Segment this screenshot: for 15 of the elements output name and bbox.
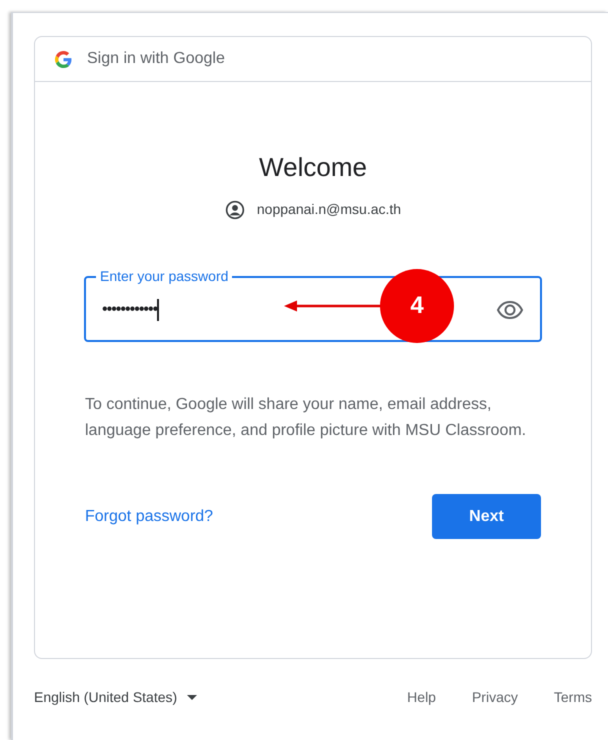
dropdown-caret-icon [187,695,198,700]
account-icon [224,200,245,220]
welcome-heading: Welcome [259,151,367,184]
language-selector[interactable]: English (United States) [34,687,198,708]
footer-link[interactable]: Terms [554,687,592,708]
footer-link[interactable]: Help [407,687,436,708]
footer-link[interactable]: Privacy [472,687,518,708]
account-email[interactable]: noppanai.n@msu.ac.th [256,199,402,220]
google-logo-icon [55,50,72,68]
eye-icon[interactable] [496,300,524,320]
header-title: Sign in with Google [87,49,225,69]
next-button[interactable]: Next [432,494,541,539]
step-number-marker: 4 [380,269,454,343]
forgot-password-link[interactable]: Forgot password? [85,504,214,528]
consent-notice: To continue, Google will share your name, email address, language preference, and profile picture with MSU Classroom. [85,395,528,441]
